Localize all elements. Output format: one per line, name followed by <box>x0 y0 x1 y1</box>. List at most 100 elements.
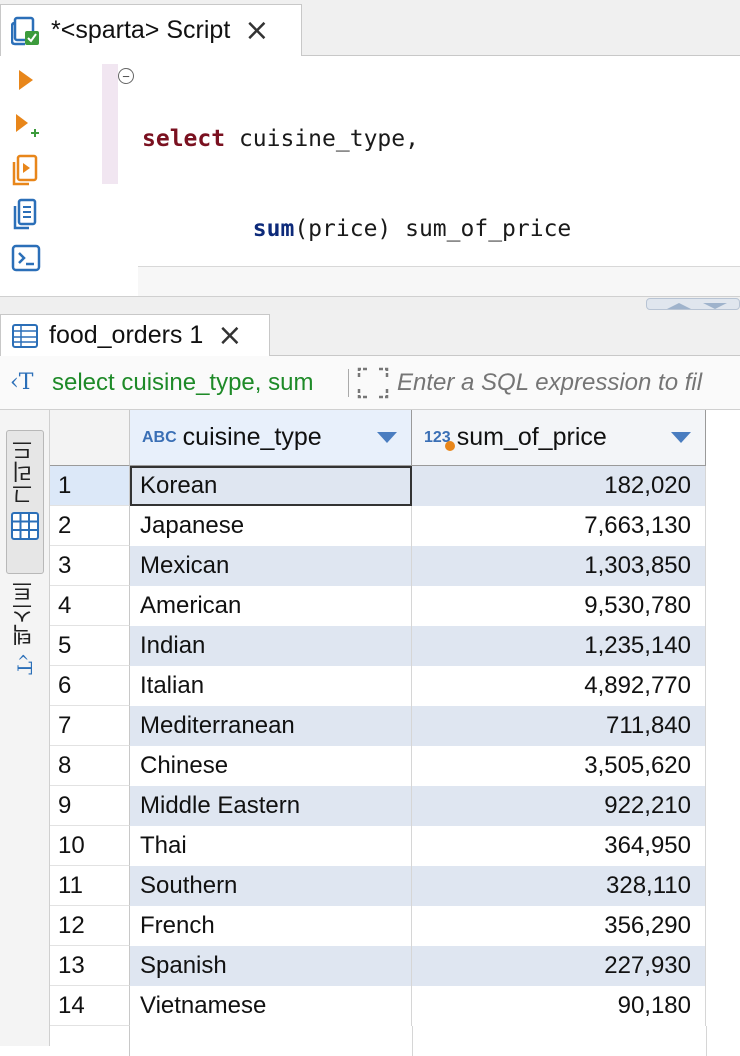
cell-filler <box>706 666 740 706</box>
cell-sum-of-price[interactable]: 7,663,130 <box>412 506 706 546</box>
tab-food-orders-result[interactable]: food_orders 1 × <box>0 314 270 356</box>
execute-statement-icon[interactable] <box>8 62 44 98</box>
cell-sum-of-price[interactable]: 1,303,850 <box>412 546 706 586</box>
row-number[interactable]: 5 <box>50 626 130 666</box>
row-number[interactable]: 4 <box>50 586 130 626</box>
table-row[interactable]: 5 Indian 1,235,140 <box>50 626 740 666</box>
splitter-toggle[interactable] <box>646 298 740 310</box>
tab-script[interactable]: *<sparta> Script × <box>0 4 302 56</box>
cell-cuisine-type[interactable]: Mediterranean <box>130 706 412 746</box>
row-number[interactable]: 9 <box>50 786 130 826</box>
cell-sum-of-price[interactable]: 356,290 <box>412 906 706 946</box>
cell-cuisine-type[interactable]: Korean <box>130 466 412 506</box>
table-row[interactable]: 6 Italian 4,892,770 <box>50 666 740 706</box>
text-type-icon: ABC <box>142 428 177 446</box>
console-icon[interactable] <box>8 240 44 276</box>
cell-sum-of-price[interactable]: 922,210 <box>412 786 706 826</box>
tab-script-title: *<sparta> Script <box>51 16 231 44</box>
cell-sum-of-price[interactable]: 9,530,780 <box>412 586 706 626</box>
cell-sum-of-price[interactable]: 328,110 <box>412 866 706 906</box>
table-row[interactable]: 7 Mediterranean 711,840 <box>50 706 740 746</box>
table-row[interactable]: 1 Korean 182,020 <box>50 466 740 506</box>
cell-cuisine-type[interactable]: Thai <box>130 826 412 866</box>
row-number[interactable]: 6 <box>50 666 130 706</box>
column-divider <box>412 1026 413 1056</box>
row-number[interactable]: 3 <box>50 546 130 586</box>
cell-cuisine-type[interactable]: Spanish <box>130 946 412 986</box>
column-header-cuisine-type[interactable]: ABC cuisine_type <box>130 410 412 466</box>
row-number[interactable]: 2 <box>50 506 130 546</box>
grid-body: 1 Korean 182,020 2 Japanese 7,663,130 3 Mexican… <box>50 466 740 1056</box>
cell-cuisine-type[interactable]: Middle Eastern <box>130 786 412 826</box>
change-ruler <box>102 64 118 184</box>
cell-sum-of-price[interactable]: 364,950 <box>412 826 706 866</box>
tab-text-view[interactable]: 텍스트 ‹T <box>6 580 44 690</box>
cell-filler <box>706 586 740 626</box>
row-number[interactable]: 11 <box>50 866 130 906</box>
explain-plan-icon[interactable] <box>8 196 44 232</box>
close-icon[interactable]: × <box>217 320 242 351</box>
row-number[interactable]: 8 <box>50 746 130 786</box>
column-header-sum-of-price[interactable]: 123 sum_of_price <box>412 410 706 466</box>
cell-sum-of-price[interactable]: 1,235,140 <box>412 626 706 666</box>
cell-cuisine-type[interactable]: Southern <box>130 866 412 906</box>
cell-filler <box>706 946 740 986</box>
cell-cuisine-type[interactable]: Italian <box>130 666 412 706</box>
editor-tab-bar: *<sparta> Script × <box>0 0 740 56</box>
cell-sum-of-price[interactable]: 90,180 <box>412 986 706 1026</box>
table-row[interactable]: 14 Vietnamese 90,180 <box>50 986 740 1026</box>
cell-sum-of-price[interactable]: 182,020 <box>412 466 706 506</box>
cell-filler <box>706 466 740 506</box>
row-number[interactable]: 12 <box>50 906 130 946</box>
cell-cuisine-type[interactable]: Mexican <box>130 546 412 586</box>
table-row[interactable]: 4 American 9,530,780 <box>50 586 740 626</box>
table-row[interactable]: 10 Thai 364,950 <box>50 826 740 866</box>
tab-grid-view[interactable]: 그리드 <box>6 430 44 574</box>
cell-sum-of-price[interactable]: 3,505,620 <box>412 746 706 786</box>
table-row[interactable]: 8 Chinese 3,505,620 <box>50 746 740 786</box>
cell-cuisine-type[interactable]: Japanese <box>130 506 412 546</box>
keyword-select: select <box>142 126 226 152</box>
cell-cuisine-type[interactable]: Vietnamese <box>130 986 412 1026</box>
cell-filler <box>706 746 740 786</box>
cell-sum-of-price[interactable]: 227,930 <box>412 946 706 986</box>
column-menu-icon[interactable] <box>377 432 397 443</box>
table-row[interactable]: 9 Middle Eastern 922,210 <box>50 786 740 826</box>
table-row[interactable]: 2 Japanese 7,663,130 <box>50 506 740 546</box>
code-line-2: sum(price) sum_of_price <box>142 214 736 244</box>
editor-horizontal-scrollbar[interactable] <box>138 266 740 298</box>
execute-script-icon[interactable] <box>8 152 44 188</box>
row-number[interactable]: 13 <box>50 946 130 986</box>
cell-sum-of-price[interactable]: 4,892,770 <box>412 666 706 706</box>
cell-cuisine-type[interactable]: Indian <box>130 626 412 666</box>
row-number[interactable]: 14 <box>50 986 130 1026</box>
filter-bar: ‹T select cuisine_type, sum <box>0 356 740 410</box>
cell-cuisine-type[interactable]: American <box>130 586 412 626</box>
grid-header: ABC cuisine_type 123 sum_of_price <box>50 410 740 466</box>
table-row[interactable]: 12 French 356,290 <box>50 906 740 946</box>
cell-filler <box>706 706 740 746</box>
cell-filler <box>706 986 740 1026</box>
cell-cuisine-type[interactable]: Chinese <box>130 746 412 786</box>
fold-collapse-icon[interactable]: − <box>118 68 134 84</box>
cell-sum-of-price[interactable]: 711,840 <box>412 706 706 746</box>
row-number[interactable]: 10 <box>50 826 130 866</box>
table-row[interactable]: 13 Spanish 227,930 <box>50 946 740 986</box>
close-icon[interactable]: × <box>244 15 269 46</box>
expand-icon[interactable] <box>355 365 391 401</box>
table-row[interactable]: 3 Mexican 1,303,850 <box>50 546 740 586</box>
sql-editor[interactable]: − select cuisine_type, sum(price) sum_of… <box>0 56 740 424</box>
execute-in-new-tab-icon[interactable] <box>8 108 44 144</box>
panel-splitter[interactable] <box>0 296 740 310</box>
filter-expression-input[interactable] <box>391 368 740 397</box>
row-number[interactable]: 1 <box>50 466 130 506</box>
grid-corner[interactable] <box>50 410 130 466</box>
query-preview[interactable]: select cuisine_type, sum <box>52 369 342 397</box>
results-grid[interactable]: ABC cuisine_type 123 sum_of_price 1 Korea… <box>50 410 740 1056</box>
table-row[interactable]: 11 Southern 328,110 <box>50 866 740 906</box>
row-number[interactable]: 7 <box>50 706 130 746</box>
column-menu-icon[interactable] <box>671 432 691 443</box>
column-header-label: sum_of_price <box>456 423 607 451</box>
code-line-1: select cuisine_type, <box>142 124 736 154</box>
cell-cuisine-type[interactable]: French <box>130 906 412 946</box>
